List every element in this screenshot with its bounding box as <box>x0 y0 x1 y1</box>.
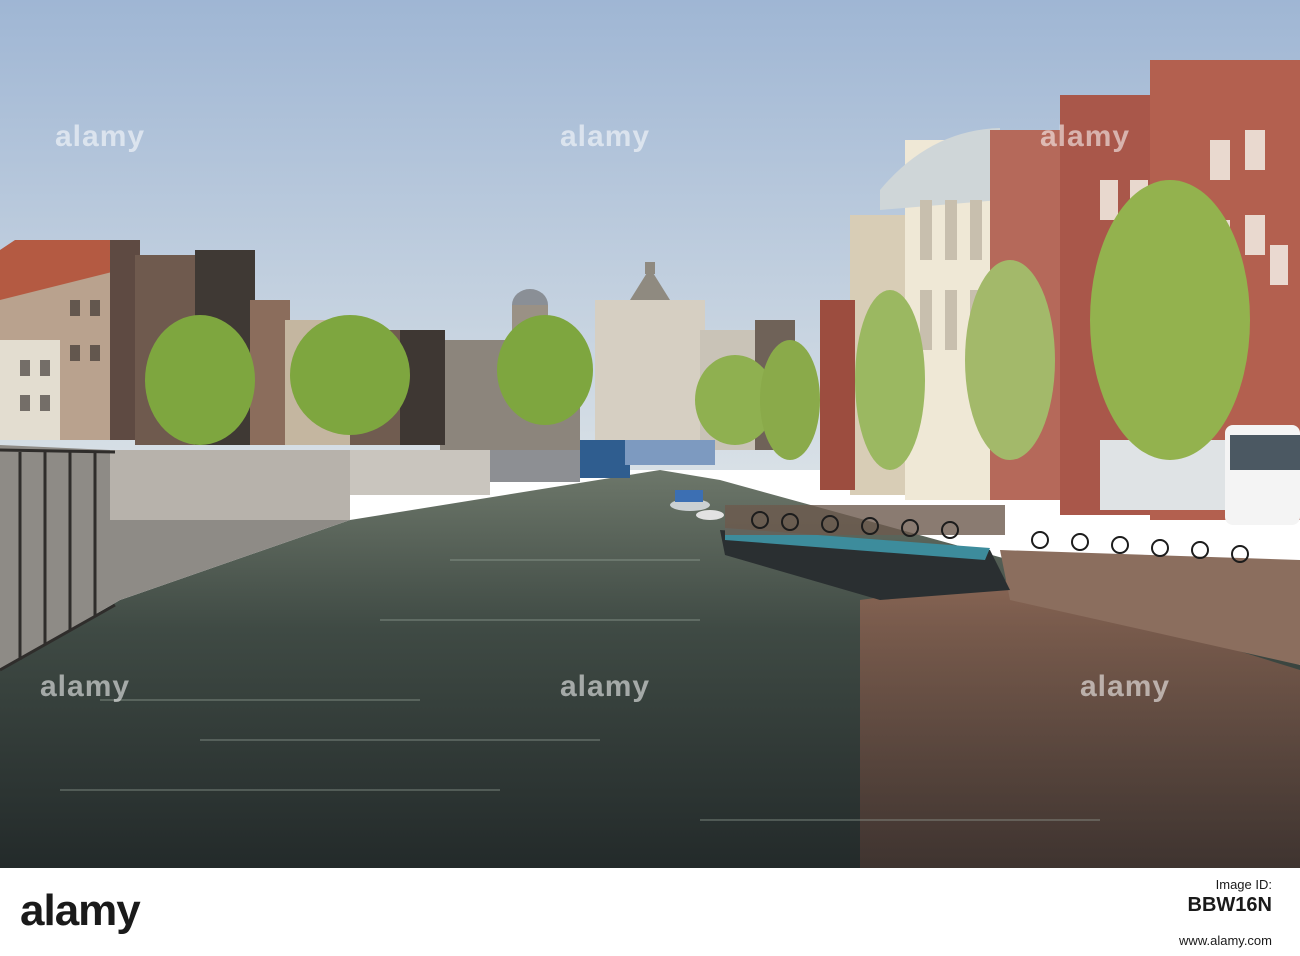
image-id-block: Image ID: BBW16N <box>1188 876 1272 917</box>
brand-logo: alamy <box>20 886 141 935</box>
image-id-label: Image ID: <box>1215 877 1272 892</box>
site-url: www.alamy.com <box>1179 933 1272 948</box>
canal-photo <box>0 0 1300 868</box>
image-id-code: BBW16N <box>1187 894 1272 916</box>
footer-bar: alamy Image ID: BBW16N www.alamy.com <box>0 868 1300 956</box>
